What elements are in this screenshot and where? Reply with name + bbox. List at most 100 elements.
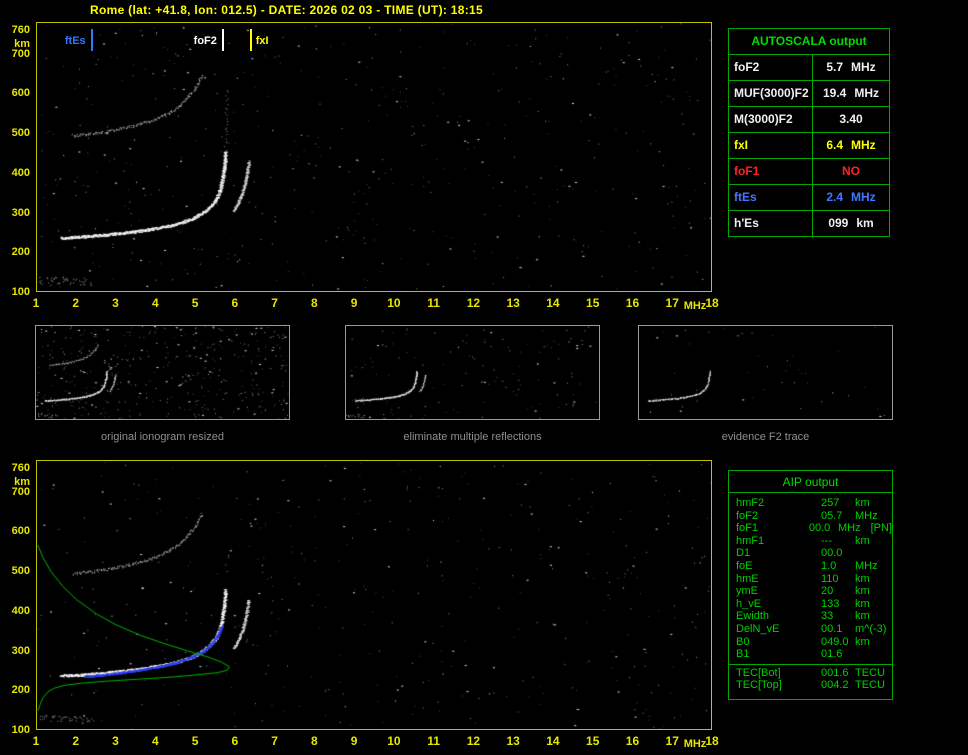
aip-value: --- [821,534,832,547]
aip-param-label: hmE [736,572,759,585]
y-tick-label: 400 [11,604,30,617]
aip-output-rows: hmF2 257 km foF2 05.7 MHz foF1 00.0 MHz [PN] hmF1-… [729,493,892,661]
caption-original-ionogram: original ionogram resized [101,431,224,443]
aip-param-label: foF1 [736,522,759,535]
x-tick-label: 14 [546,734,560,748]
aip-param-label: D1 [736,547,751,560]
caption-eliminate-reflections: eliminate multiple reflections [403,431,542,443]
aip-value: 049.0 [821,635,849,648]
original-ionogram-canvas [36,326,289,419]
autoscala-value: NO [842,164,860,178]
foF2-marker-line [221,29,224,51]
aip-param-label: ymE [736,585,758,598]
x-tick-label: 4 [151,734,159,748]
aip-param-label: foE [736,559,753,572]
x-tick-label: 3 [112,296,119,310]
aip-param-label: DelN_vE [736,622,780,635]
aip-row-hve: h_vE 133 km [736,598,892,611]
x-tick-label: 15 [586,734,600,748]
aip-value: 01.6 [821,648,843,661]
aip-param-label: hmF1 [736,534,765,547]
aip-value: 05.7 [821,509,843,522]
y-tick-label: 600 [11,87,30,100]
aip-value: 110 [821,572,839,585]
aip-unit: km [855,597,870,610]
ftEs-marker-label: ftEs [64,35,86,47]
aip-row-delnve: DelN_vE 00.1 m^(-3) [736,623,892,636]
aip-row-b0: B0 049.0 km [736,636,892,649]
aip-unit: km [855,572,870,585]
autoscala-window: Rome (lat: +41.8, lon: 012.5) - DATE: 20… [0,0,968,755]
autoscala-value-cell: 6.4 MHz [813,133,889,158]
autoscala-output-panel: AUTOSCALA output foF2 5.7 MHz MUF(3000)F2 19… [728,28,890,237]
y-axis-unit-label: km [14,475,30,488]
aip-param-label: h_vE [736,597,762,610]
y-tick-label: 200 [11,246,30,259]
aip-flag: [PN] [870,522,892,535]
x-tick-label: 5 [191,296,199,310]
aip-unit: MHz [837,522,861,535]
autoscala-row-fof1: foF1 NO [729,158,889,184]
x-tick-label: 12 [466,734,481,748]
autoscala-value: 3.40 [839,112,863,126]
autoscala-unit: km [856,216,874,230]
autoscala-param-label: foF1 [729,159,813,184]
aip-output-title: AIP output [729,471,892,493]
aip-value: 133 [821,597,840,610]
x-tick-label: 1 [32,734,40,748]
eliminate-reflections-canvas [346,326,599,419]
autoscala-param-label: ftEs [729,185,813,210]
foF2-marker-label: foF2 [193,35,217,47]
x-tick-label: 4 [151,296,159,310]
aip-unit: MHz [855,509,878,522]
aip-unit: TECU [855,666,885,679]
aip-param-label: TEC[Top] [736,679,782,692]
aip-output-panel: AIP output hmF2 257 km foF2 05.7 MHz foF1 00.0 M… [728,470,893,700]
x-tick-label: 5 [191,734,199,748]
aip-value: 00.1 [821,622,843,635]
x-tick-label: 11 [427,734,440,748]
autoscala-param-label: M(3000)F2 [729,107,813,132]
profile-ionogram-canvas [37,461,711,729]
autoscala-unit: MHz [851,60,876,74]
y-tick-label: 500 [11,127,30,140]
x-tick-label: 9 [350,734,358,748]
aip-value: 00.0 [808,522,831,535]
autoscala-value: 5.7 [826,60,843,74]
x-tick-label: 16 [625,734,640,748]
x-axis-unit-label: MHz [683,300,707,312]
x-tick-label: 13 [506,734,520,748]
x-tick-label: 16 [625,296,640,310]
x-axis-unit-label: MHz [683,738,707,750]
aip-row-ewidth: Ewidth 33 km [736,610,892,623]
x-tick-label: 9 [350,296,358,310]
station-title: Rome (lat: +41.8, lon: 012.5) - DATE: 20… [90,3,483,17]
aip-param-label: hmF2 [736,497,765,509]
aip-value: 001.6 [821,666,849,679]
profile-ionogram-plot [36,460,712,730]
autoscala-unit: MHz [851,190,876,204]
aip-unit: km [855,534,870,547]
aip-unit: km [855,497,870,509]
panel-eliminate-reflections [345,325,600,420]
x-tick-label: 8 [311,296,318,310]
x-tick-label: 6 [231,296,239,310]
aip-param-label: Ewidth [736,610,770,623]
autoscala-output-rows: foF2 5.7 MHz MUF(3000)F2 19.4 MHz M(3000)F2 3.4… [729,54,889,236]
x-tick-label: 3 [112,734,119,748]
aip-value: 004.2 [821,679,849,692]
aip-row-hmf1: hmF1 --- km [736,535,892,548]
main-ionogram-canvas [37,23,711,291]
aip-param-label: foF2 [736,509,759,522]
x-tick-label: 2 [72,734,80,748]
aip-row-yme: ymE 20 km [736,585,892,598]
aip-value: 257 [821,497,840,509]
autoscala-unit: MHz [854,86,880,100]
aip-value: 1.0 [821,559,837,572]
x-tick-label: 1 [32,296,40,310]
y-tick-label: 760 [11,23,30,36]
y-tick-label: 760 [11,461,30,474]
x-tick-label: 15 [586,296,600,310]
y-tick-label: 400 [11,166,30,179]
caption-evidence-f2: evidence F2 trace [721,431,810,443]
